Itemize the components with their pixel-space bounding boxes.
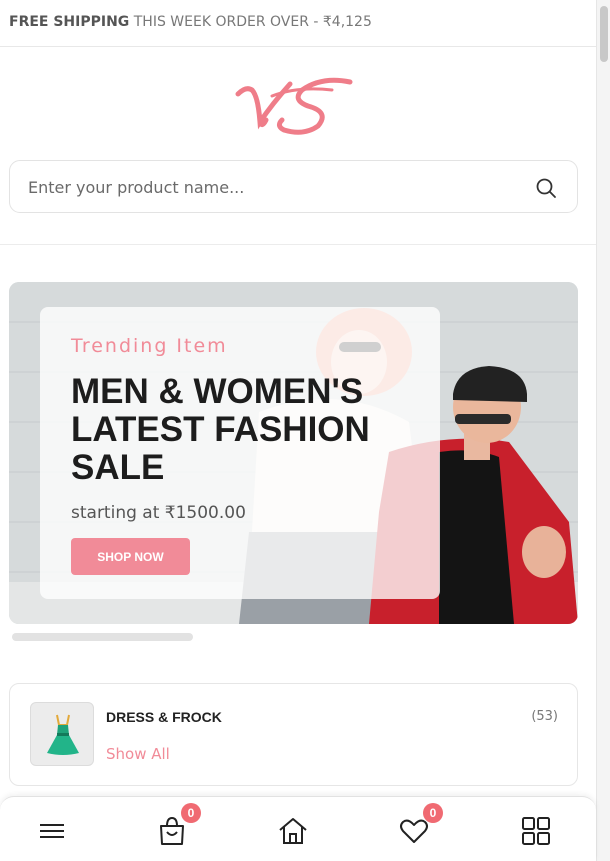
cart-count-badge: 0 — [181, 803, 201, 823]
store-logo[interactable] — [232, 72, 354, 138]
shipping-rest-text: THIS WEEK ORDER OVER - ₹4,125 — [133, 14, 372, 30]
banner-slider-scrollbar[interactable] — [12, 633, 193, 641]
shop-now-button[interactable]: SHOP NOW — [71, 538, 190, 575]
category-name: DRESS & FROCK — [106, 709, 222, 725]
shipping-announcement-bar: FREE SHIPPING THIS WEEK ORDER OVER - ₹4,… — [0, 0, 596, 47]
banner-subtitle: Trending Item — [71, 335, 228, 357]
header-divider — [0, 244, 596, 245]
home-icon — [279, 818, 307, 844]
banner-price-text: starting at ₹1500.00 — [71, 503, 246, 523]
categories-grid-button[interactable] — [519, 815, 553, 849]
show-all-link[interactable]: Show All — [106, 745, 170, 763]
wishlist-button[interactable]: 0 — [397, 803, 443, 849]
page-scrollbar[interactable] — [596, 0, 610, 861]
cart-button[interactable]: 0 — [155, 803, 201, 849]
home-button[interactable] — [276, 815, 310, 849]
hero-banner: Trending Item MEN & WOMEN'S LATEST FASHI… — [9, 282, 578, 624]
search-icon[interactable] — [535, 177, 557, 199]
shipping-strong-text: FREE SHIPPING — [9, 14, 130, 30]
wishlist-count-badge: 0 — [423, 803, 443, 823]
grid-icon — [522, 817, 550, 845]
scrollbar-thumb[interactable] — [600, 6, 608, 62]
category-count: (53) — [531, 709, 558, 724]
banner-title: MEN & WOMEN'S LATEST FASHION SALE — [71, 372, 370, 487]
menu-button[interactable] — [35, 815, 69, 849]
search-input[interactable] — [28, 174, 508, 200]
promo-card: Trending Item MEN & WOMEN'S LATEST FASHI… — [40, 307, 440, 599]
dress-icon — [30, 702, 94, 766]
bottom-navigation: 0 0 — [0, 796, 596, 861]
category-card[interactable]: DRESS & FROCK (53) Show All — [9, 683, 578, 786]
shipping-announcement-text: FREE SHIPPING THIS WEEK ORDER OVER - ₹4,… — [9, 14, 372, 30]
search-bar — [9, 160, 578, 213]
menu-icon — [40, 824, 64, 838]
